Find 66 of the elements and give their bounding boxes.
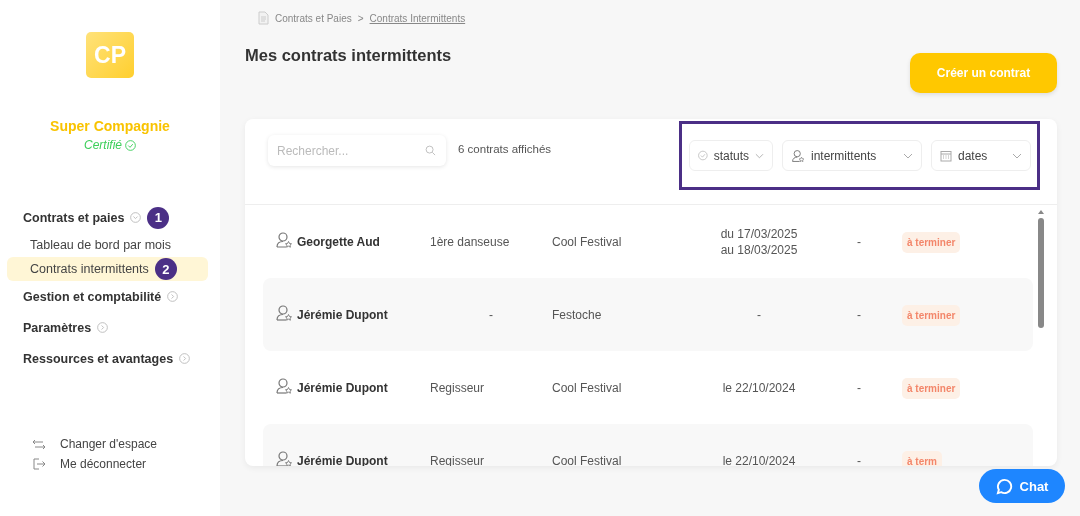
speech-bubble-icon [995, 477, 1013, 495]
company-name: Super Compagnie [49, 118, 171, 134]
filter-dropdown[interactable]: dates [931, 140, 1031, 171]
chevron-down-icon [130, 212, 142, 223]
chevron-right-icon [97, 322, 109, 333]
status-badge: à terminer [902, 304, 961, 326]
table-cell-text: 1ère danseuse [430, 234, 511, 249]
nav-item[interactable]: Paramètres [0, 312, 220, 343]
breadcrumb-item: Contrats et Paies [275, 12, 352, 24]
table-cell-text: - [856, 453, 862, 466]
table-cell-text: Cool Festival [552, 380, 623, 395]
nav-item[interactable]: Gestion et comptabilité [0, 281, 220, 312]
table-cell-text: Cool Festival [552, 234, 623, 249]
chevron-down-icon [755, 152, 764, 159]
nav-subitem[interactable]: Tableau de bord par mois [7, 233, 208, 257]
chat-button[interactable]: Chat [979, 469, 1065, 503]
nav-item[interactable]: Ressources et avantages [0, 343, 220, 374]
table-cell-text: - [856, 234, 862, 249]
nav-item[interactable]: Contrats et paies 1 [0, 202, 220, 233]
page-title: Mes contrats intermittents [245, 46, 452, 65]
scrollbar[interactable] [1036, 209, 1046, 329]
contracts-count: 6 contrats affichés [458, 143, 553, 155]
check-circle-icon [125, 139, 136, 151]
chevron-down-icon [903, 152, 913, 159]
table-cell-text: - [488, 307, 494, 322]
logo: CP [86, 32, 134, 78]
table-cell-text: le 22/10/2024 [721, 379, 797, 396]
table-cell-text: Regisseur [430, 380, 486, 395]
table-cell-text: Festoche [552, 307, 603, 322]
table-cell-text: le 22/10/2024 [721, 452, 797, 466]
chevron-right-icon [167, 291, 179, 302]
table-cell-text: - [856, 380, 862, 395]
table-cell-text: Jérémie Dupont [297, 380, 389, 395]
person-star-icon [275, 450, 293, 466]
filter-dropdown[interactable]: statuts [689, 140, 773, 171]
table-cell-text: du 17/03/2025 au 18/03/2025 [719, 225, 799, 258]
search-field[interactable]: Rechercher... [268, 135, 446, 166]
sidebar-link[interactable]: Changer d'espace [32, 436, 220, 452]
status-badge: à terminer [902, 377, 961, 399]
sidebar-link[interactable]: Me déconnecter [32, 456, 220, 472]
annotation-number: 1 [147, 206, 170, 229]
breadcrumb-separator: > [357, 12, 364, 24]
person-star-icon [275, 304, 293, 322]
logout-icon [32, 458, 46, 470]
search-icon [425, 145, 436, 156]
person-star-icon [791, 148, 805, 163]
table-cell-text: Jérémie Dupont [297, 307, 389, 322]
chevron-down-icon [1012, 152, 1022, 159]
table-cell-text: - [856, 307, 862, 322]
nav-subitem[interactable]: Contrats intermittents 2 [7, 257, 208, 281]
status-badge: à terminer [902, 231, 961, 253]
table-cell-text: - [756, 306, 762, 323]
person-star-icon [275, 377, 293, 395]
filter-dropdown[interactable]: intermittents [782, 140, 922, 171]
document-icon [258, 11, 269, 25]
calendar-icon [940, 149, 952, 162]
breadcrumb-link[interactable]: Contrats Intermittents [369, 12, 466, 24]
person-star-icon [275, 231, 293, 249]
table-cell-text: Cool Festival [552, 453, 623, 466]
table-cell-text: Georgette Aud [297, 234, 381, 249]
annotation-number: 2 [154, 258, 177, 280]
check-circle-icon [698, 150, 708, 161]
chevron-right-icon [179, 353, 191, 364]
certified-label: Certifié [84, 138, 122, 152]
arrows-icon [32, 438, 46, 450]
status-badge: à term [902, 450, 942, 466]
